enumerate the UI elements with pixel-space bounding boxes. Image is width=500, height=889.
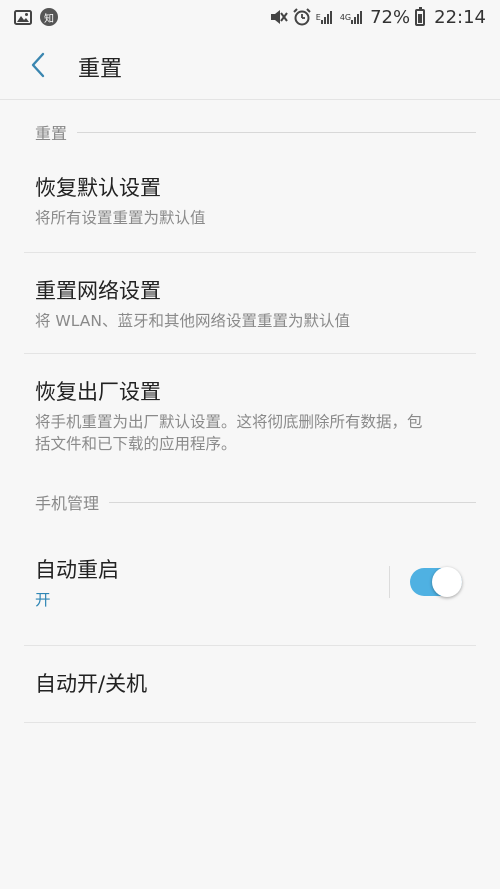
app-bar: 重置 xyxy=(0,34,500,100)
mute-icon xyxy=(270,9,288,25)
battery-percent: 72% xyxy=(370,6,411,28)
gallery-icon xyxy=(14,9,32,25)
reset-settings-item[interactable]: 恢复默认设置 将所有设置重置为默认值 xyxy=(0,164,500,252)
auto-restart-item[interactable]: 自动重启 开 xyxy=(0,530,500,645)
item-subtitle: 将所有设置重置为默认值 xyxy=(35,209,206,227)
factory-reset-item[interactable]: 恢复出厂设置 将手机重置为出厂默认设置。这将彻底删除所有数据，包 括文件和已下载… xyxy=(0,354,500,474)
back-button[interactable] xyxy=(8,34,68,100)
item-subtitle-line2: 括文件和已下载的应用程序。 xyxy=(35,435,237,453)
section-divider xyxy=(77,131,476,133)
section-divider xyxy=(109,501,476,503)
reset-network-item[interactable]: 重置网络设置 将 WLAN、蓝牙和其他网络设置重置为默认值 xyxy=(0,253,500,353)
section-header-reset: 重置 xyxy=(0,100,500,164)
settings-content: 重置 恢复默认设置 将所有设置重置为默认值 重置网络设置 将 WLAN、蓝牙和其… xyxy=(0,100,500,723)
page-title: 重置 xyxy=(78,56,123,82)
signal-4g-icon: 4G xyxy=(340,10,365,24)
status-bar: 知 E 4G 72% 22:14 xyxy=(0,0,500,34)
section-header-management: 手机管理 xyxy=(0,474,500,530)
alarm-icon xyxy=(293,8,311,26)
status-right: E 4G 72% 22:14 xyxy=(270,6,486,28)
divider xyxy=(24,722,476,723)
toggle-separator xyxy=(389,566,390,598)
auto-restart-toggle[interactable] xyxy=(410,567,462,597)
chevron-left-icon xyxy=(30,52,46,82)
item-title: 恢复默认设置 xyxy=(35,176,161,200)
item-title: 自动开/关机 xyxy=(35,672,148,696)
section-header-label: 手机管理 xyxy=(35,494,100,513)
section-header-label: 重置 xyxy=(35,124,68,143)
item-title: 恢复出厂设置 xyxy=(35,380,161,404)
battery-icon xyxy=(415,6,426,26)
clock: 22:14 xyxy=(434,6,486,28)
item-status: 开 xyxy=(35,591,51,609)
item-subtitle-line1: 将手机重置为出厂默认设置。这将彻底删除所有数据，包 xyxy=(35,413,423,431)
signal-e-icon: E xyxy=(316,10,335,24)
item-subtitle: 将 WLAN、蓝牙和其他网络设置重置为默认值 xyxy=(35,312,350,330)
zhihu-icon: 知 xyxy=(40,8,58,26)
item-title: 重置网络设置 xyxy=(35,279,161,303)
toggle-knob xyxy=(432,567,462,597)
auto-power-item[interactable]: 自动开/关机 xyxy=(0,646,500,722)
status-left: 知 xyxy=(14,8,58,26)
